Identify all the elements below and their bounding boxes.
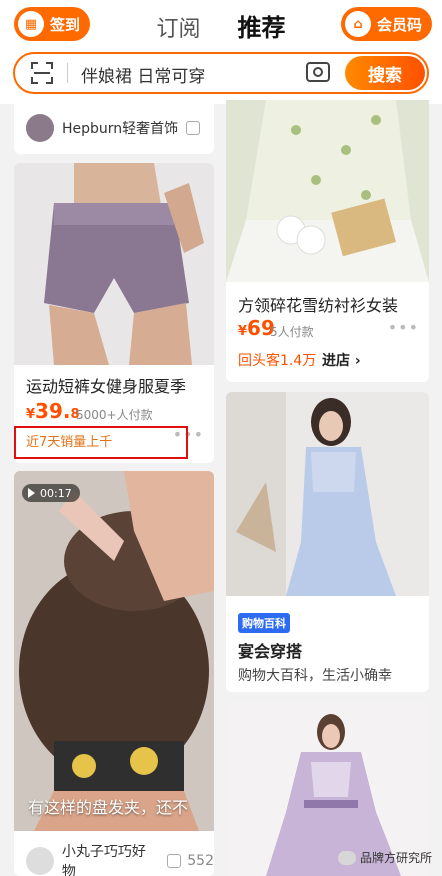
thumbs-up-icon[interactable] <box>186 121 201 135</box>
wechat-icon <box>337 850 356 865</box>
tab-recommend[interactable]: 推荐 <box>238 8 286 43</box>
video-duration-badge: 00:17 <box>22 484 80 502</box>
paid-count: 5000+人付款 <box>76 408 153 422</box>
product-title: 方领碎花雪纺衬衫女装 <box>238 296 399 315</box>
store-name: Hepburn轻奢首饰 <box>62 121 179 137</box>
house-icon: ⌂ <box>344 11 371 37</box>
avatar <box>26 847 54 875</box>
top-bar: ▦ 签到 订阅 推荐 ⌂ 会员码 伴娘裙 日常可穿 搜索 <box>0 0 442 104</box>
thumbs-up-icon[interactable] <box>167 854 182 868</box>
like-count: 552 <box>187 853 214 869</box>
store-name: 小丸子巧巧好物 <box>61 844 146 876</box>
divider <box>67 63 68 83</box>
video-caption: 有这样的盘发夹，还不 <box>28 798 189 817</box>
member-code-label: 会员码 <box>376 15 422 34</box>
enter-store-link[interactable]: 进店 › <box>322 350 361 370</box>
product-image <box>226 100 429 282</box>
search-input[interactable]: 伴娘裙 日常可穿 <box>81 62 205 87</box>
product-image <box>14 163 214 365</box>
play-icon <box>28 488 35 498</box>
price: ¥39.8 <box>26 399 80 423</box>
store-row: 小丸子巧巧好物 552 <box>26 841 214 876</box>
camera-icon[interactable] <box>306 62 330 82</box>
product-card-shirt[interactable]: 方领碎花雪纺衬衫女装 ¥69 5人付款 ••• 回头客1.4万 进店 › <box>226 100 429 382</box>
watermark: 品牌方研究所 <box>337 849 432 866</box>
member-code-button[interactable]: ⌂ 会员码 <box>340 7 432 41</box>
video-thumbnail <box>14 471 214 831</box>
paid-count: 5人付款 <box>270 325 314 339</box>
repeat-customers: 回头客1.4万 <box>238 353 317 369</box>
article-card-banquet[interactable]: 购物百科 宴会穿搭 购物大百科，生活小确幸 <box>226 392 429 692</box>
search-button[interactable]: 搜索 <box>345 56 425 90</box>
product-card-shorts[interactable]: 运动短裤女健身服夏季 ¥39.8 5000+人付款 近7天销量上千 ••• <box>14 163 214 463</box>
highlight-box <box>14 426 188 459</box>
scan-icon[interactable] <box>31 62 53 84</box>
avatar <box>26 114 54 142</box>
article-title: 宴会穿搭 <box>238 642 303 661</box>
article-subtitle: 购物大百科，生活小确幸 <box>238 668 392 684</box>
product-title: 运动短裤女健身服夏季 <box>26 377 187 396</box>
store-row: Hepburn轻奢首饰 <box>26 114 201 142</box>
more-icon[interactable]: ••• <box>388 318 419 337</box>
tab-follow[interactable]: 订阅 <box>156 11 200 43</box>
category-badge: 购物百科 <box>238 613 290 633</box>
search-bar[interactable]: 伴娘裙 日常可穿 搜索 <box>13 52 429 94</box>
article-image <box>226 392 429 596</box>
store-card-hepburn[interactable]: Hepburn轻奢首饰 <box>14 100 214 154</box>
